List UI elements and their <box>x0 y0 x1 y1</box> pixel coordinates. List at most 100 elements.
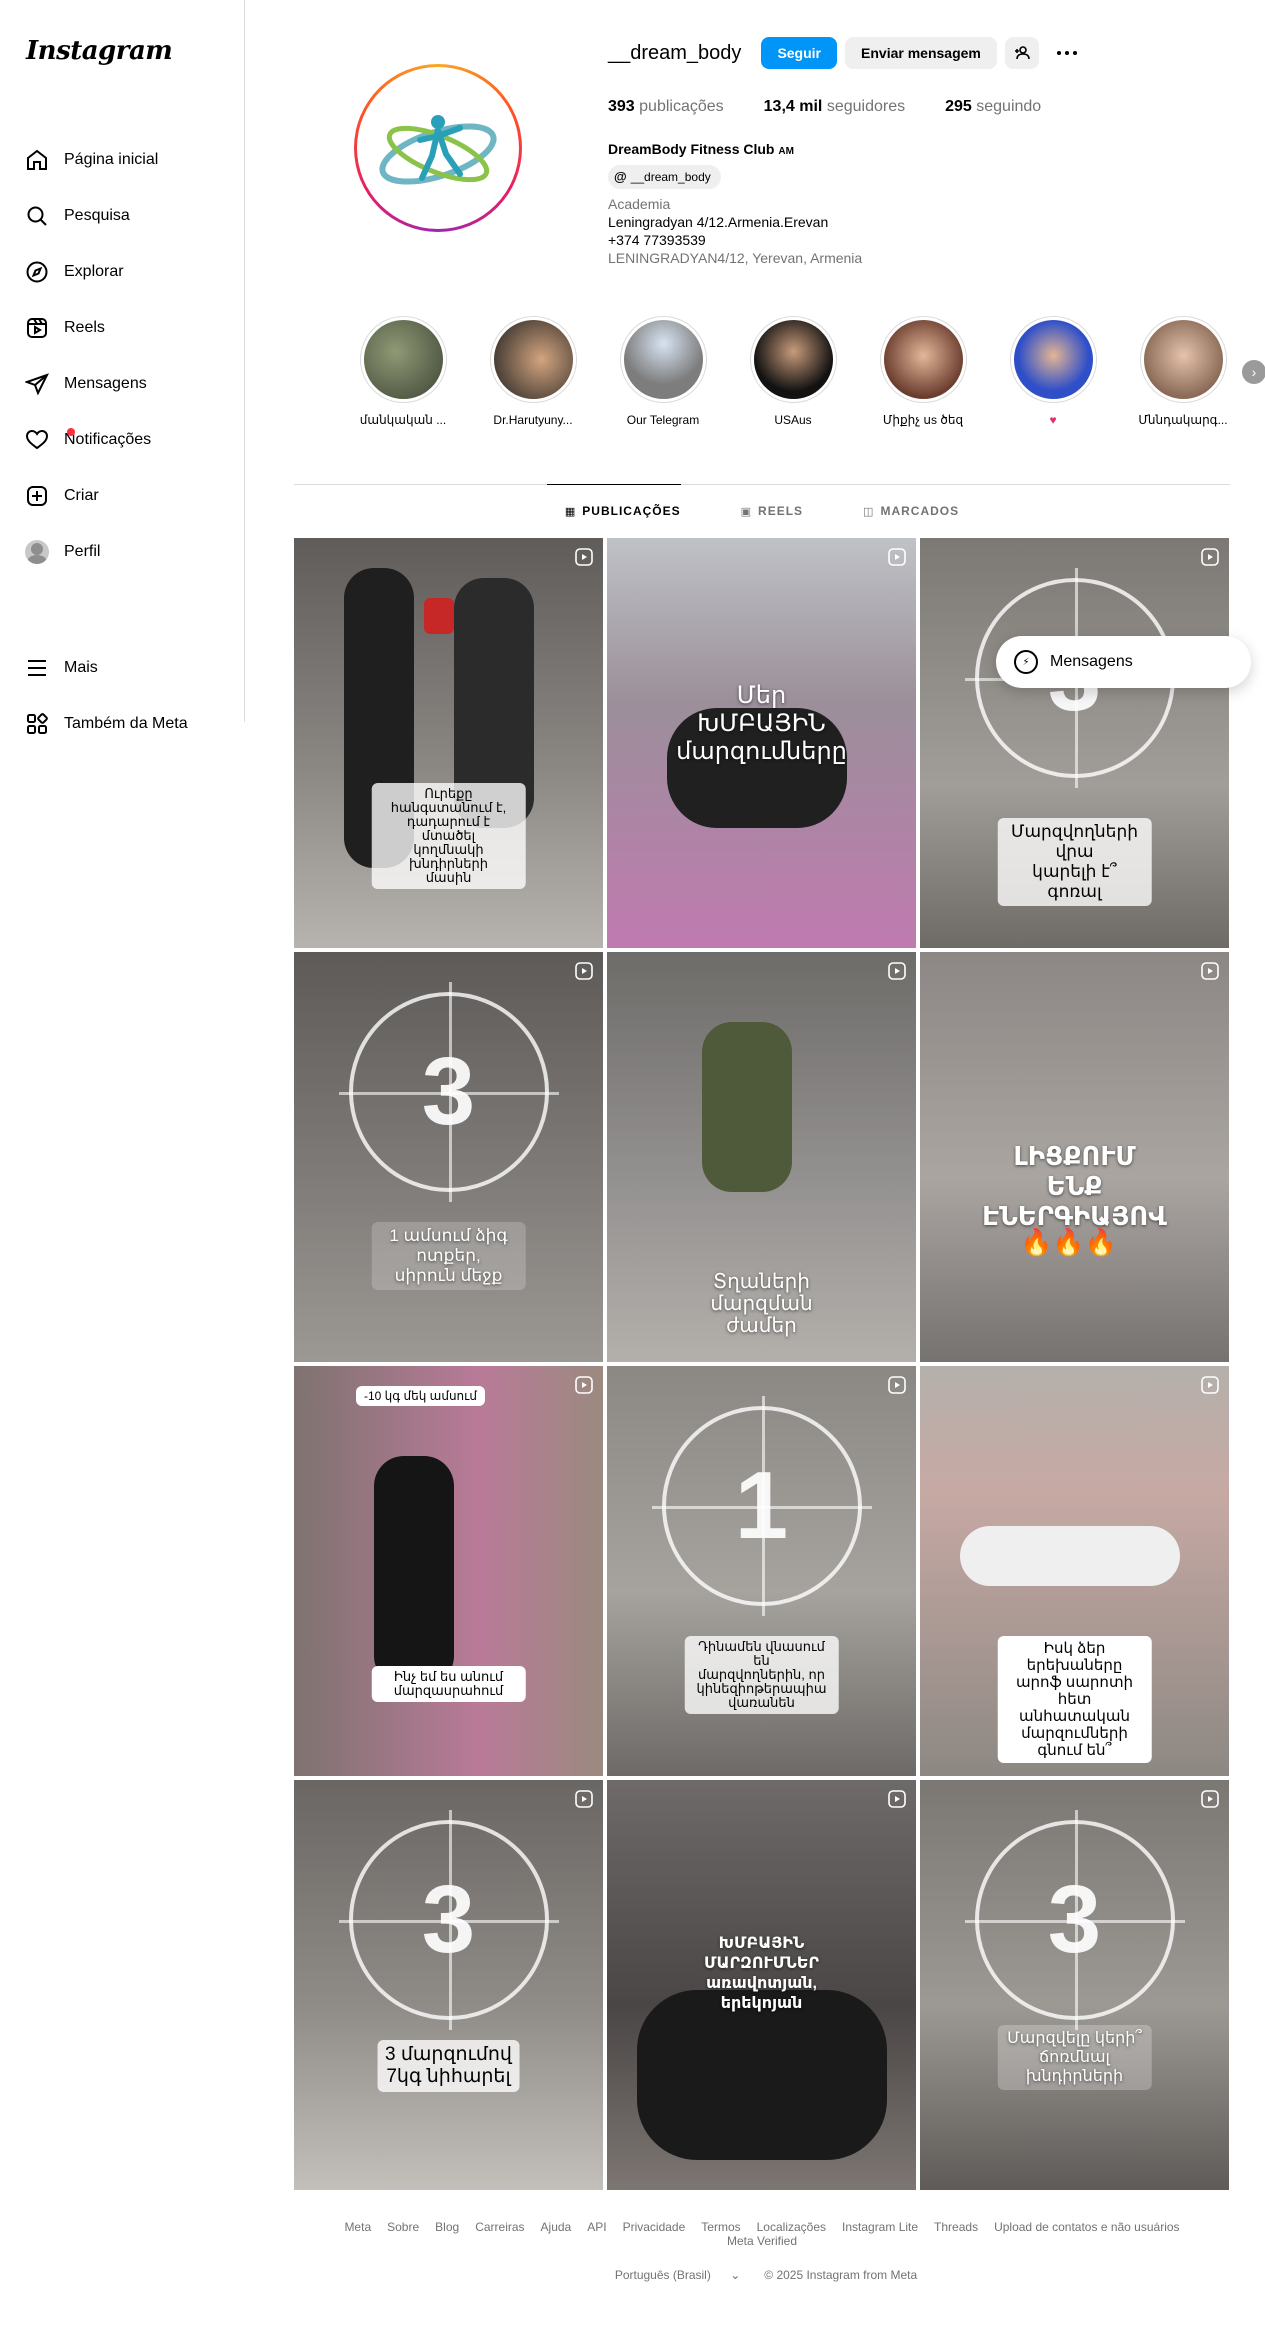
following-stat[interactable]: 295 seguindo <box>945 98 1041 116</box>
countdown-number: 3 <box>964 1810 1185 2030</box>
sidebar-item-reels[interactable]: Reels <box>24 300 220 356</box>
tab-posts[interactable]: ▦ PUBLICAÇÕES <box>546 484 681 537</box>
highlight-item[interactable]: մանկական ... <box>338 316 468 427</box>
messenger-icon: ⚡ <box>1014 650 1038 674</box>
footer-link[interactable]: Localizações <box>757 2220 826 2234</box>
sidebar-item-label: Pesquisa <box>64 207 130 224</box>
username-row: __dream_body Seguir Enviar mensagem <box>608 36 1083 70</box>
footer-link[interactable]: Threads <box>934 2220 978 2234</box>
post-tile[interactable]: ԽՄԲԱՅԻՆ ՄԱՐԶՈՒՄՆԵՐ առավոտյան, երեկոյան <box>607 1780 916 2190</box>
reels-icon: ▣ <box>740 505 753 518</box>
sidebar-nav: Página inicial Pesquisa Explorar Reels M… <box>24 132 220 752</box>
send-message-button[interactable]: Enviar mensagem <box>845 37 997 69</box>
highlight-item[interactable]: Dr.Harutyuny... <box>468 316 598 427</box>
home-icon <box>24 147 50 173</box>
profile-address[interactable]: LENINGRADYAN4/12, Yerevan, Armenia <box>608 249 862 267</box>
reel-icon <box>1201 1376 1219 1394</box>
post-tile[interactable]: Ուրեքը հանգստանում է, դադարում է մտածել … <box>294 538 603 948</box>
footer-link[interactable]: Termos <box>701 2220 740 2234</box>
footer-link[interactable]: Sobre <box>387 2220 419 2234</box>
highlight-cover <box>623 320 703 399</box>
footer-link[interactable]: Meta Verified <box>727 2234 797 2248</box>
post-tile[interactable]: 3 Մարզվողների վրա կարելի է՞ գոռալ <box>920 538 1229 948</box>
countdown-number: 1 <box>651 1396 872 1616</box>
highlights-next-button[interactable]: › <box>1242 360 1265 384</box>
footer-link[interactable]: Blog <box>435 2220 459 2234</box>
highlight-cover <box>753 320 833 399</box>
tab-label: MARCADOS <box>880 504 960 518</box>
follow-button[interactable]: Seguir <box>761 37 838 69</box>
sidebar-item-home[interactable]: Página inicial <box>24 132 220 188</box>
sidebar-item-label: Criar <box>64 487 99 504</box>
highlight-item[interactable]: USAus <box>728 316 858 427</box>
profile-picture[interactable] <box>354 64 522 232</box>
send-icon <box>24 371 50 397</box>
profile-stats: 393 publicações 13,4 mil seguidores 295 … <box>608 98 1081 116</box>
language-selector[interactable]: Português (Brasil) ⌄ <box>607 2268 748 2282</box>
footer-link[interactable]: Carreiras <box>475 2220 524 2234</box>
footer-link[interactable]: Upload de contatos e não usuários <box>994 2220 1179 2234</box>
add-person-icon <box>1014 46 1030 60</box>
countdown-number: 3 <box>338 1810 559 2030</box>
post-tile[interactable]: Տղաների մարզման ժամեր <box>607 952 916 1362</box>
highlight-label: Dr.Harutyuny... <box>493 413 573 427</box>
post-tile[interactable]: Իսկ ձեր երեխաները արոֆ սարոտի հետ անհատա… <box>920 1366 1229 1776</box>
post-caption-overlay: Դինամեն վնասում են մարզվողներին, որ կինե… <box>684 1636 839 1714</box>
highlight-ring <box>879 316 967 403</box>
followers-stat[interactable]: 13,4 mil seguidores <box>764 98 905 116</box>
instagram-logo[interactable]: Instagram <box>24 36 220 72</box>
threads-badge[interactable]: @ __dream_body <box>608 165 721 189</box>
post-tile[interactable]: -10 կգ մեկ ամսում Ինչ եմ ես անում մարզաս… <box>294 1366 603 1776</box>
post-caption-overlay: ԽՄԲԱՅԻՆ ՄԱՐԶՈՒՄՆԵՐ առավոտյան, երեկոյան <box>703 1935 819 2012</box>
post-tile[interactable]: Մեր ԽՄԲԱՅԻՆ մարզումները <box>607 538 916 948</box>
highlight-ring <box>619 316 707 403</box>
footer-link[interactable]: Privacidade <box>623 2220 686 2234</box>
reel-icon <box>1201 1790 1219 1808</box>
tab-reels[interactable]: ▣ REELS <box>741 485 803 537</box>
tab-tagged[interactable]: ◫ MARCADOS <box>863 485 959 537</box>
suggest-accounts-button[interactable] <box>1004 37 1039 69</box>
sidebar-item-search[interactable]: Pesquisa <box>24 188 220 244</box>
sidebar-item-notifications[interactable]: Notificações <box>24 412 220 468</box>
messages-floating-button[interactable]: ⚡ Mensagens <box>996 636 1251 688</box>
search-icon <box>24 203 50 229</box>
highlight-item[interactable]: Միքիչ սs ծեզ <box>858 316 988 427</box>
sidebar-item-create[interactable]: Criar <box>24 468 220 524</box>
highlight-item[interactable]: ♥ <box>988 316 1118 427</box>
compass-icon <box>24 259 50 285</box>
footer-links: Meta Sobre Blog Carreiras Ajuda API Priv… <box>294 2220 1230 2248</box>
sidebar-item-messages[interactable]: Mensagens <box>24 356 220 412</box>
highlight-item[interactable]: Մննդակարգ... <box>1118 316 1248 427</box>
sidebar-item-label: Também da Meta <box>64 715 188 732</box>
profile-category: Academia <box>608 196 671 212</box>
sidebar-item-profile[interactable]: Perfil <box>24 524 220 580</box>
footer-link[interactable]: Meta <box>344 2220 371 2234</box>
post-figure <box>960 1526 1180 1586</box>
heart-icon <box>24 427 50 453</box>
sidebar-item-meta[interactable]: Também da Meta <box>24 696 220 752</box>
footer-link[interactable]: API <box>587 2220 606 2234</box>
sidebar: Instagram Página inicial Pesquisa Explor… <box>0 0 245 734</box>
sidebar-item-label: Perfil <box>64 543 101 560</box>
story-highlights: մանկական ... Dr.Harutyuny... Our Telegra… <box>338 316 1265 427</box>
profile-bio: DreamBody Fitness Club AM @ __dream_body… <box>608 140 862 267</box>
sidebar-item-explore[interactable]: Explorar <box>24 244 220 300</box>
posts-count: 393 <box>608 98 635 115</box>
post-caption-overlay: Մեր ԽՄԲԱՅԻՆ մարզումները <box>676 682 847 765</box>
post-tile[interactable]: 3 Մարզվելը կերի՞ ճոռմնալ խնդիրների <box>920 1780 1229 2190</box>
footer-link[interactable]: Ajuda <box>541 2220 572 2234</box>
highlight-item[interactable]: Our Telegram <box>598 316 728 427</box>
menu-icon <box>24 655 50 681</box>
highlight-cover <box>1143 320 1223 399</box>
highlight-ring <box>1139 316 1227 403</box>
reel-icon <box>888 548 906 566</box>
followers-label: seguidores <box>826 98 906 115</box>
post-tile[interactable]: 3 3 մարզումով 7կգ նիհարել <box>294 1780 603 2190</box>
more-options-button[interactable] <box>1051 37 1083 69</box>
profile-header: __dream_body Seguir Enviar mensagem 393 … <box>294 0 1234 270</box>
post-tile[interactable]: 1 Դինամեն վնասում են մարզվողներին, որ կի… <box>607 1366 916 1776</box>
sidebar-item-more[interactable]: Mais <box>24 640 220 696</box>
post-tile[interactable]: ԼԻՑՔՈՒՄ ԵՆՔ ԷՆԵՐԳԻԱՅՈՎ 🔥🔥🔥 <box>920 952 1229 1362</box>
post-tile[interactable]: 3 1 ամսում ձիգ ոտքեր, սիրուն մեջք <box>294 952 603 1362</box>
footer-link[interactable]: Instagram Lite <box>842 2220 918 2234</box>
